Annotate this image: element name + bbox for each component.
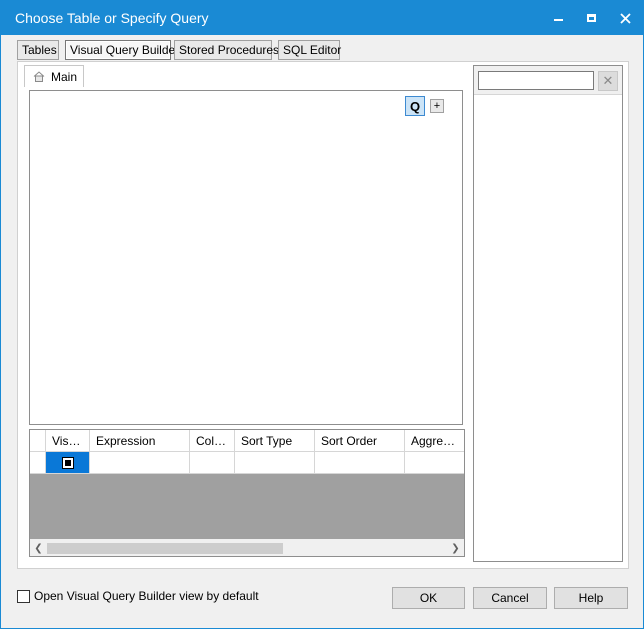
object-search-input[interactable] [478, 71, 594, 90]
close-button[interactable] [607, 1, 643, 35]
criteria-grid[interactable]: Visible Expression Colu... Sort Type Sor… [29, 429, 465, 557]
column-header-sort-type[interactable]: Sort Type [235, 430, 315, 452]
scroll-left-icon[interactable]: ❮ [30, 540, 47, 556]
grid-header-row: Visible Expression Colu... Sort Type Sor… [30, 430, 464, 452]
row-header[interactable] [30, 452, 46, 474]
scroll-right-icon[interactable]: ❯ [447, 540, 464, 556]
column-header-sort-order[interactable]: Sort Order [315, 430, 405, 452]
title-bar[interactable]: Choose Table or Specify Query [1, 1, 643, 35]
help-button[interactable]: Help [554, 587, 628, 609]
query-properties-button[interactable]: Q [405, 96, 425, 116]
column-header-aggregate[interactable]: Aggregate [405, 430, 464, 452]
tab-stored-procedures[interactable]: Stored Procedures [174, 40, 279, 60]
object-tree-panel[interactable]: ✕ [473, 65, 623, 562]
cancel-button[interactable]: Cancel [473, 587, 547, 609]
checkbox-label: Open Visual Query Builder view by defaul… [34, 589, 259, 603]
scrollbar-thumb[interactable] [47, 543, 283, 554]
column-header-expression[interactable]: Expression [90, 430, 190, 452]
checkbox-box[interactable] [17, 589, 30, 603]
column-header-visible[interactable]: Visible [46, 430, 90, 452]
expression-cell[interactable] [90, 452, 190, 474]
ok-button[interactable]: OK [392, 587, 465, 609]
query-diagram-canvas[interactable]: Q + [29, 90, 463, 425]
sort-type-cell[interactable] [235, 452, 315, 474]
column-header-column[interactable]: Colu... [190, 430, 235, 452]
row-header-corner [30, 430, 46, 452]
clear-search-icon[interactable]: ✕ [598, 71, 618, 91]
dialog-window: Choose Table or Specify Query Tables Vis… [0, 0, 644, 629]
sort-order-cell[interactable] [315, 452, 405, 474]
home-icon [33, 71, 45, 82]
tab-visual-query-builder[interactable]: Visual Query Builder [65, 40, 179, 60]
add-object-button[interactable]: + [430, 99, 444, 113]
tab-main-label: Main [51, 69, 78, 84]
tab-sql-editor[interactable]: SQL Editor [278, 40, 341, 60]
aggregate-cell[interactable] [405, 452, 464, 474]
table-row[interactable] [30, 452, 464, 474]
window-title: Choose Table or Specify Query [15, 10, 209, 26]
close-icon [619, 12, 631, 24]
tab-tables[interactable]: Tables [17, 40, 59, 60]
horizontal-scrollbar[interactable]: ❮ ❯ [30, 539, 464, 556]
object-tree-toolbar: ✕ [474, 66, 622, 95]
minimize-button[interactable] [540, 1, 576, 35]
visible-cell[interactable] [46, 452, 90, 474]
maximize-icon [586, 14, 596, 22]
column-cell[interactable] [190, 452, 235, 474]
minimize-icon [553, 19, 563, 21]
tab-main[interactable]: Main [24, 65, 84, 87]
visible-checkbox[interactable] [61, 456, 74, 469]
open-vqb-default-checkbox[interactable]: Open Visual Query Builder view by defaul… [17, 589, 259, 603]
maximize-button[interactable] [573, 1, 609, 35]
